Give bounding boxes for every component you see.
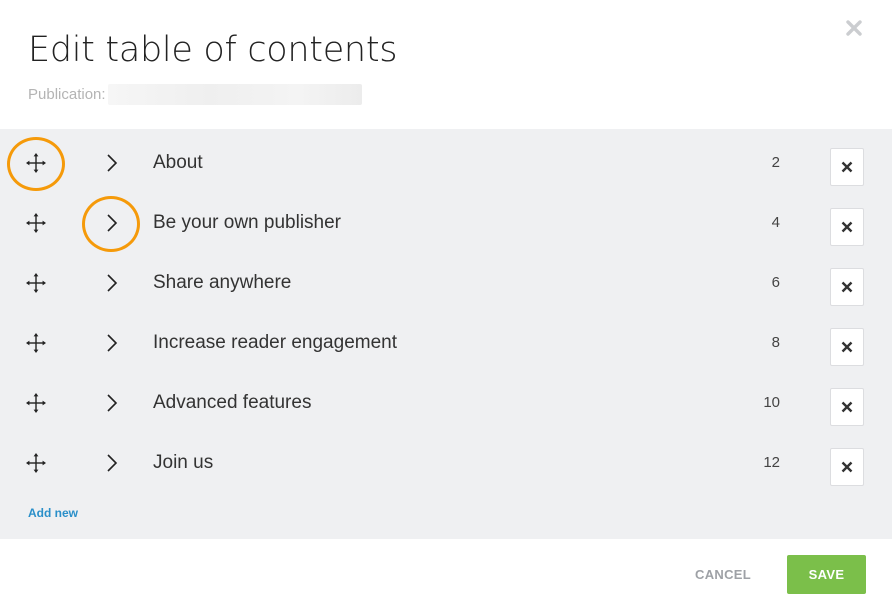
expand-toggle[interactable] xyxy=(101,391,123,415)
delete-entry-button[interactable] xyxy=(830,388,864,426)
delete-entry-button[interactable] xyxy=(830,268,864,306)
save-button[interactable]: SAVE xyxy=(787,555,866,594)
drag-handle[interactable] xyxy=(24,151,48,175)
drag-handle[interactable] xyxy=(24,211,48,235)
move-arrows-icon xyxy=(26,273,46,293)
dialog-title: Edit table of contents xyxy=(28,30,398,70)
chevron-right-icon xyxy=(107,334,118,352)
add-new-link[interactable]: Add new xyxy=(28,506,78,520)
toc-entry-page: 6 xyxy=(771,274,780,291)
toc-entry-title[interactable]: About xyxy=(153,133,203,193)
move-arrows-icon xyxy=(26,453,46,473)
close-icon xyxy=(841,221,853,233)
close-icon xyxy=(841,161,853,173)
chevron-right-icon xyxy=(107,454,118,472)
drag-handle[interactable] xyxy=(24,271,48,295)
close-icon xyxy=(841,341,853,353)
chevron-right-icon xyxy=(107,214,118,232)
chevron-right-icon xyxy=(107,154,118,172)
expand-toggle[interactable] xyxy=(101,331,123,355)
drag-handle[interactable] xyxy=(24,391,48,415)
toc-entry-row: About 2 xyxy=(0,133,892,193)
cancel-button[interactable]: CANCEL xyxy=(680,555,766,593)
delete-entry-button[interactable] xyxy=(830,148,864,186)
toc-entry-title[interactable]: Share anywhere xyxy=(153,253,291,313)
toc-entry-row: Increase reader engagement 8 xyxy=(0,313,892,373)
toc-entry-page: 4 xyxy=(771,214,780,231)
move-arrows-icon xyxy=(26,393,46,413)
toc-entry-row: Share anywhere 6 xyxy=(0,253,892,313)
move-arrows-icon xyxy=(26,333,46,353)
close-dialog-button[interactable] xyxy=(840,14,868,42)
delete-entry-button[interactable] xyxy=(830,328,864,366)
delete-entry-button[interactable] xyxy=(830,208,864,246)
close-icon xyxy=(841,401,853,413)
toc-entry-row: Join us 12 xyxy=(0,433,892,493)
toc-entry-title[interactable]: Increase reader engagement xyxy=(153,313,397,373)
chevron-right-icon xyxy=(107,394,118,412)
toc-entry-title[interactable]: Advanced features xyxy=(153,373,311,433)
toc-entry-page: 12 xyxy=(763,454,780,471)
toc-entry-row: Advanced features 10 xyxy=(0,373,892,433)
close-icon xyxy=(841,461,853,473)
delete-entry-button[interactable] xyxy=(830,448,864,486)
expand-toggle[interactable] xyxy=(101,151,123,175)
drag-handle[interactable] xyxy=(24,331,48,355)
toc-entry-page: 10 xyxy=(763,394,780,411)
toc-entry-title[interactable]: Join us xyxy=(153,433,213,493)
expand-toggle[interactable] xyxy=(101,271,123,295)
publication-name-redacted xyxy=(107,84,362,105)
close-icon xyxy=(841,281,853,293)
expand-toggle[interactable] xyxy=(101,211,123,235)
toc-entry-page: 8 xyxy=(771,334,780,351)
close-icon xyxy=(846,20,862,36)
toc-list: About 2 Be your own publisher 4 Share an… xyxy=(0,129,892,539)
chevron-right-icon xyxy=(107,274,118,292)
publication-info: Publication: xyxy=(28,84,362,105)
toc-entry-title[interactable]: Be your own publisher xyxy=(153,193,341,253)
toc-entry-page: 2 xyxy=(771,154,780,171)
move-arrows-icon xyxy=(26,213,46,233)
expand-toggle[interactable] xyxy=(101,451,123,475)
move-arrows-icon xyxy=(26,153,46,173)
drag-handle[interactable] xyxy=(24,451,48,475)
toc-entry-row: Be your own publisher 4 xyxy=(0,193,892,253)
publication-label: Publication: xyxy=(28,86,106,103)
